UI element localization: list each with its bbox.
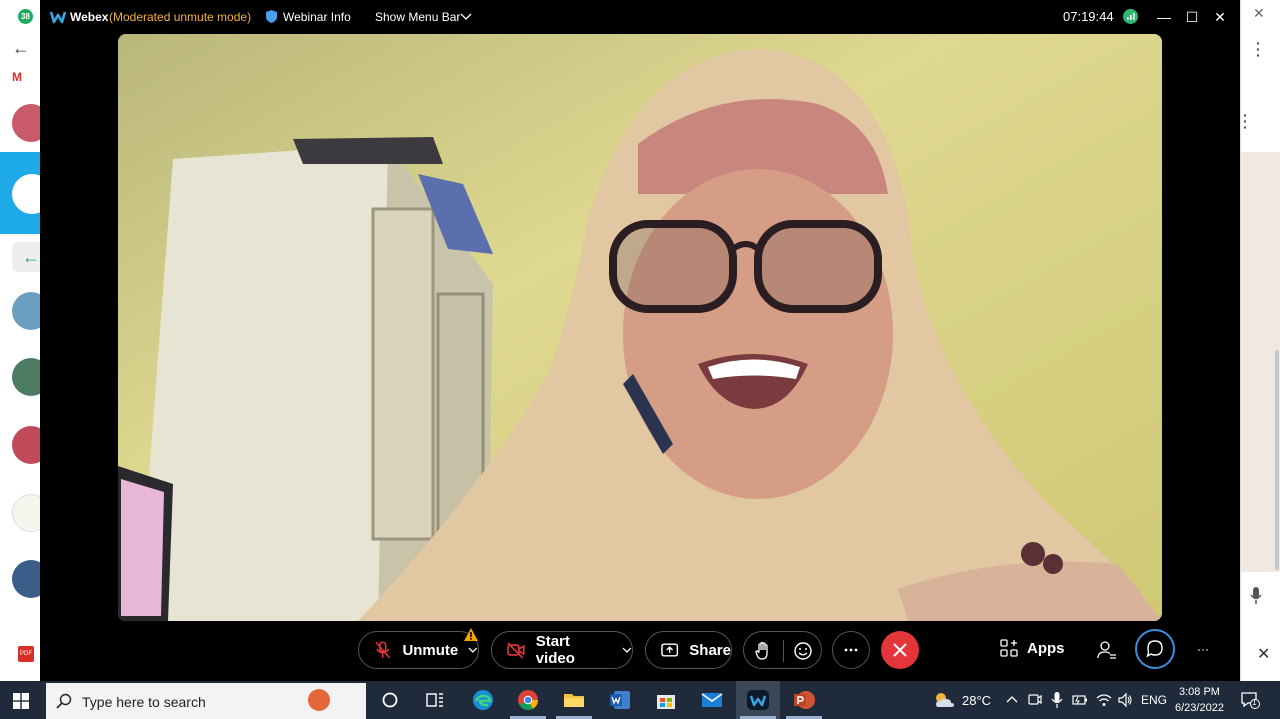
microphone-icon[interactable]: [1051, 691, 1063, 709]
scrollbar[interactable]: [1275, 350, 1279, 570]
microphone-icon[interactable]: [1241, 586, 1280, 612]
reactions-group: [743, 631, 822, 669]
menu-dots-icon[interactable]: · · ·: [1256, 36, 1261, 62]
divider: [783, 640, 784, 662]
input-language[interactable]: ENG: [1141, 693, 1167, 707]
chevron-up-icon[interactable]: [1006, 695, 1018, 704]
notification-count: 1: [1252, 698, 1257, 707]
mail-icon[interactable]: [700, 688, 724, 712]
chat-menu-icon[interactable]: · · ·: [1243, 108, 1248, 134]
volume-icon[interactable]: [1117, 692, 1133, 708]
apps-label: Apps: [1027, 639, 1065, 657]
powerpoint-icon[interactable]: [792, 688, 816, 712]
chevron-down-icon[interactable]: [622, 646, 632, 654]
background-browser-right: ✕ · · · · · · ✕: [1240, 0, 1280, 681]
share-label: Share: [689, 641, 731, 659]
chat-bubble-icon: [1146, 640, 1163, 658]
desktop: 38 ← M ← PDF ✕ · · · · · · ✕ Webex (Moderate…: [0, 0, 1280, 719]
participant-video: [118, 34, 1162, 621]
raise-hand-icon[interactable]: [754, 641, 772, 661]
close-icon[interactable]: ✕: [1257, 644, 1270, 664]
overflow-dots-icon[interactable]: [1196, 643, 1210, 657]
apps-button[interactable]: Apps: [1000, 639, 1065, 657]
battery-icon[interactable]: [1072, 693, 1088, 707]
moderated-mode-label: (Moderated unmute mode): [109, 10, 252, 24]
more-dots-icon: [844, 648, 858, 652]
windows-start-icon[interactable]: [13, 693, 29, 709]
maximize-icon[interactable]: ☐: [1181, 6, 1203, 28]
chat-button[interactable]: [1135, 629, 1175, 669]
file-explorer-icon[interactable]: [562, 688, 586, 712]
weather-icon[interactable]: [933, 691, 955, 709]
video-feed: [118, 34, 1162, 621]
clock-date: 6/23/2022: [1175, 702, 1224, 714]
meeting-controls: Unmute Start video Share Apps: [40, 621, 1240, 681]
search-placeholder: Type here to search: [82, 694, 206, 710]
emoji-reaction-icon[interactable]: [793, 641, 813, 661]
search-highlight-icon[interactable]: [308, 689, 330, 711]
gmail-icon[interactable]: M: [12, 70, 22, 84]
whatsapp-tab-badge[interactable]: 38: [18, 9, 33, 24]
meet-now-icon[interactable]: [1028, 692, 1042, 708]
microphone-muted-icon: [375, 641, 391, 659]
pdf-icon[interactable]: PDF: [18, 646, 34, 662]
edge-icon[interactable]: [471, 688, 495, 712]
leave-meeting-button[interactable]: [881, 631, 919, 669]
webinar-info-button[interactable]: Webinar Info: [283, 10, 351, 24]
start-video-button[interactable]: Start video: [491, 631, 633, 669]
participants-icon[interactable]: [1097, 640, 1117, 660]
selected-chat[interactable]: [0, 152, 52, 234]
webex-window: Webex (Moderated unmute mode) Webinar In…: [40, 0, 1240, 681]
close-icon[interactable]: ✕: [1253, 5, 1265, 22]
share-icon: [661, 643, 679, 657]
wifi-icon[interactable]: [1096, 692, 1112, 708]
shield-icon: [266, 10, 277, 23]
search-icon: [56, 693, 72, 709]
word-icon[interactable]: [608, 688, 632, 712]
more-options-button[interactable]: [832, 631, 870, 669]
windows-taskbar: Type here to search 28°C ENG 3:08 PM 6/2…: [0, 681, 1280, 719]
warning-icon: [464, 628, 478, 641]
background-browser-left: 38 ← M ← PDF: [0, 0, 52, 681]
close-window-icon[interactable]: ✕: [1209, 6, 1231, 28]
close-icon: [893, 643, 907, 657]
webex-taskbar-icon[interactable]: [746, 688, 770, 712]
app-title: Webex: [70, 10, 109, 24]
chevron-down-icon[interactable]: [460, 12, 472, 22]
microsoft-store-icon[interactable]: [654, 688, 678, 712]
titlebar: Webex (Moderated unmute mode) Webinar In…: [40, 0, 1240, 34]
unmute-label: Unmute: [402, 641, 459, 659]
back-arrow-icon[interactable]: ←: [12, 38, 30, 59]
task-view-icon[interactable]: [423, 688, 447, 712]
notification-icon[interactable]: [1240, 690, 1260, 710]
webex-logo-icon: [50, 11, 66, 24]
apps-icon: [1000, 639, 1018, 657]
chrome-icon[interactable]: [516, 688, 540, 712]
system-clock[interactable]: 3:08 PM 6/23/2022: [1175, 684, 1224, 716]
minimize-icon[interactable]: —: [1153, 6, 1175, 28]
cortana-icon[interactable]: [378, 688, 402, 712]
unmute-button[interactable]: Unmute: [358, 631, 479, 669]
elapsed-time: 07:19:44: [1063, 9, 1114, 24]
weather-temperature[interactable]: 28°C: [962, 693, 991, 708]
show-menu-bar-button[interactable]: Show Menu Bar: [375, 10, 460, 24]
clock-time: 3:08 PM: [1178, 686, 1220, 698]
start-video-label: Start video: [535, 633, 575, 667]
taskbar-search[interactable]: Type here to search: [46, 683, 366, 719]
share-button[interactable]: Share: [645, 631, 732, 669]
chevron-down-icon[interactable]: [468, 646, 478, 654]
video-off-icon: [507, 642, 525, 659]
connection-status-icon[interactable]: [1123, 9, 1138, 24]
